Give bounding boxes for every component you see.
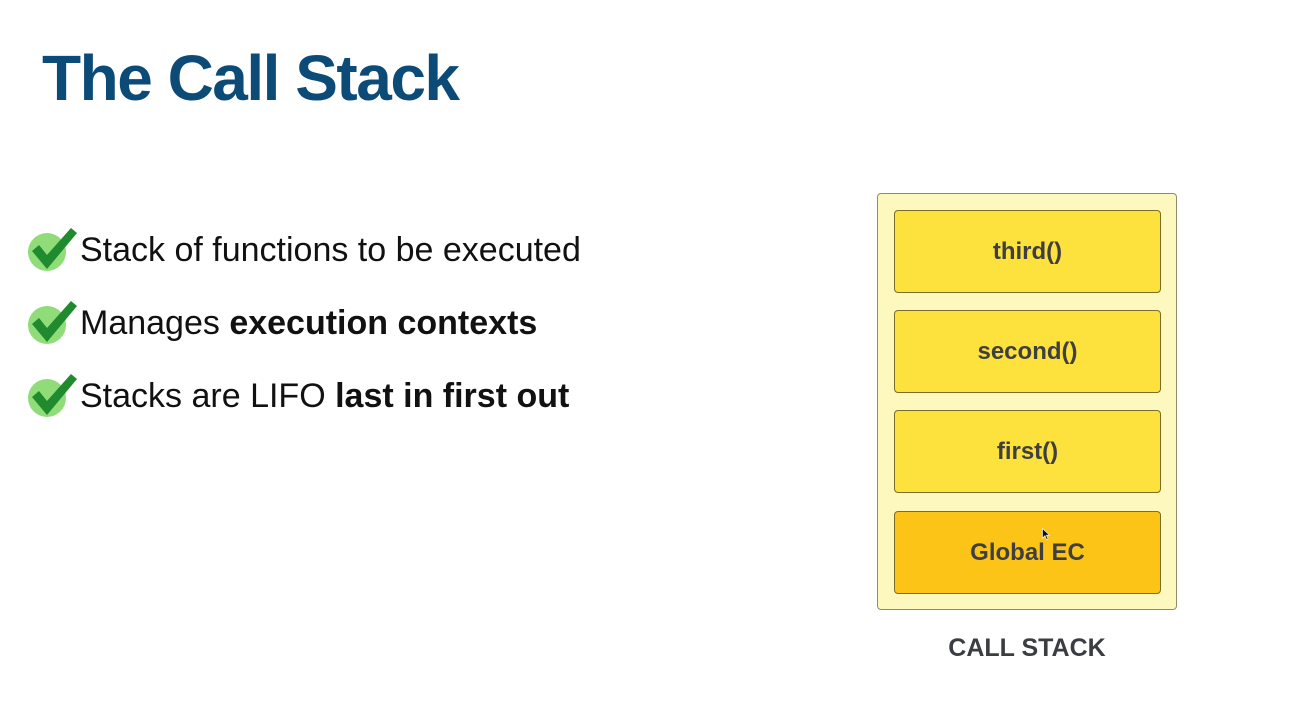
bullet-item: Stacks are LIFO last in first out [26,370,581,422]
bullet-text: Stacks are LIFO last in first out [80,376,569,416]
call-stack-caption: CALL STACK [948,634,1106,662]
bullet-text: Manages execution contexts [80,303,537,343]
bullet-text-regular: Manages [80,304,230,342]
slide-title: The Call Stack [42,42,460,114]
bullet-text: Stack of functions to be executed [80,230,581,270]
stack-frame-global-ec: Global EC [894,511,1161,594]
call-stack-container: third() second() first() Global EC [877,193,1177,610]
stack-frame-first: first() [894,410,1161,493]
check-icon [28,228,77,271]
bullet-text-regular: Stacks are LIFO [80,377,336,415]
check-icon [28,301,77,344]
bullet-text-regular: Stack of functions to be executed [80,231,581,269]
stack-frame-third: third() [894,210,1161,293]
stack-frame-second: second() [894,310,1161,393]
check-icon [28,374,77,417]
bullet-item: Stack of functions to be executed [26,224,581,276]
bullet-list: Stack of functions to be executed Manage… [26,224,581,443]
bullet-item: Manages execution contexts [26,297,581,349]
mouse-cursor-icon [1042,528,1050,541]
bullet-text-bold: execution contexts [229,304,538,342]
bullet-text-bold: last in first out [335,377,570,415]
